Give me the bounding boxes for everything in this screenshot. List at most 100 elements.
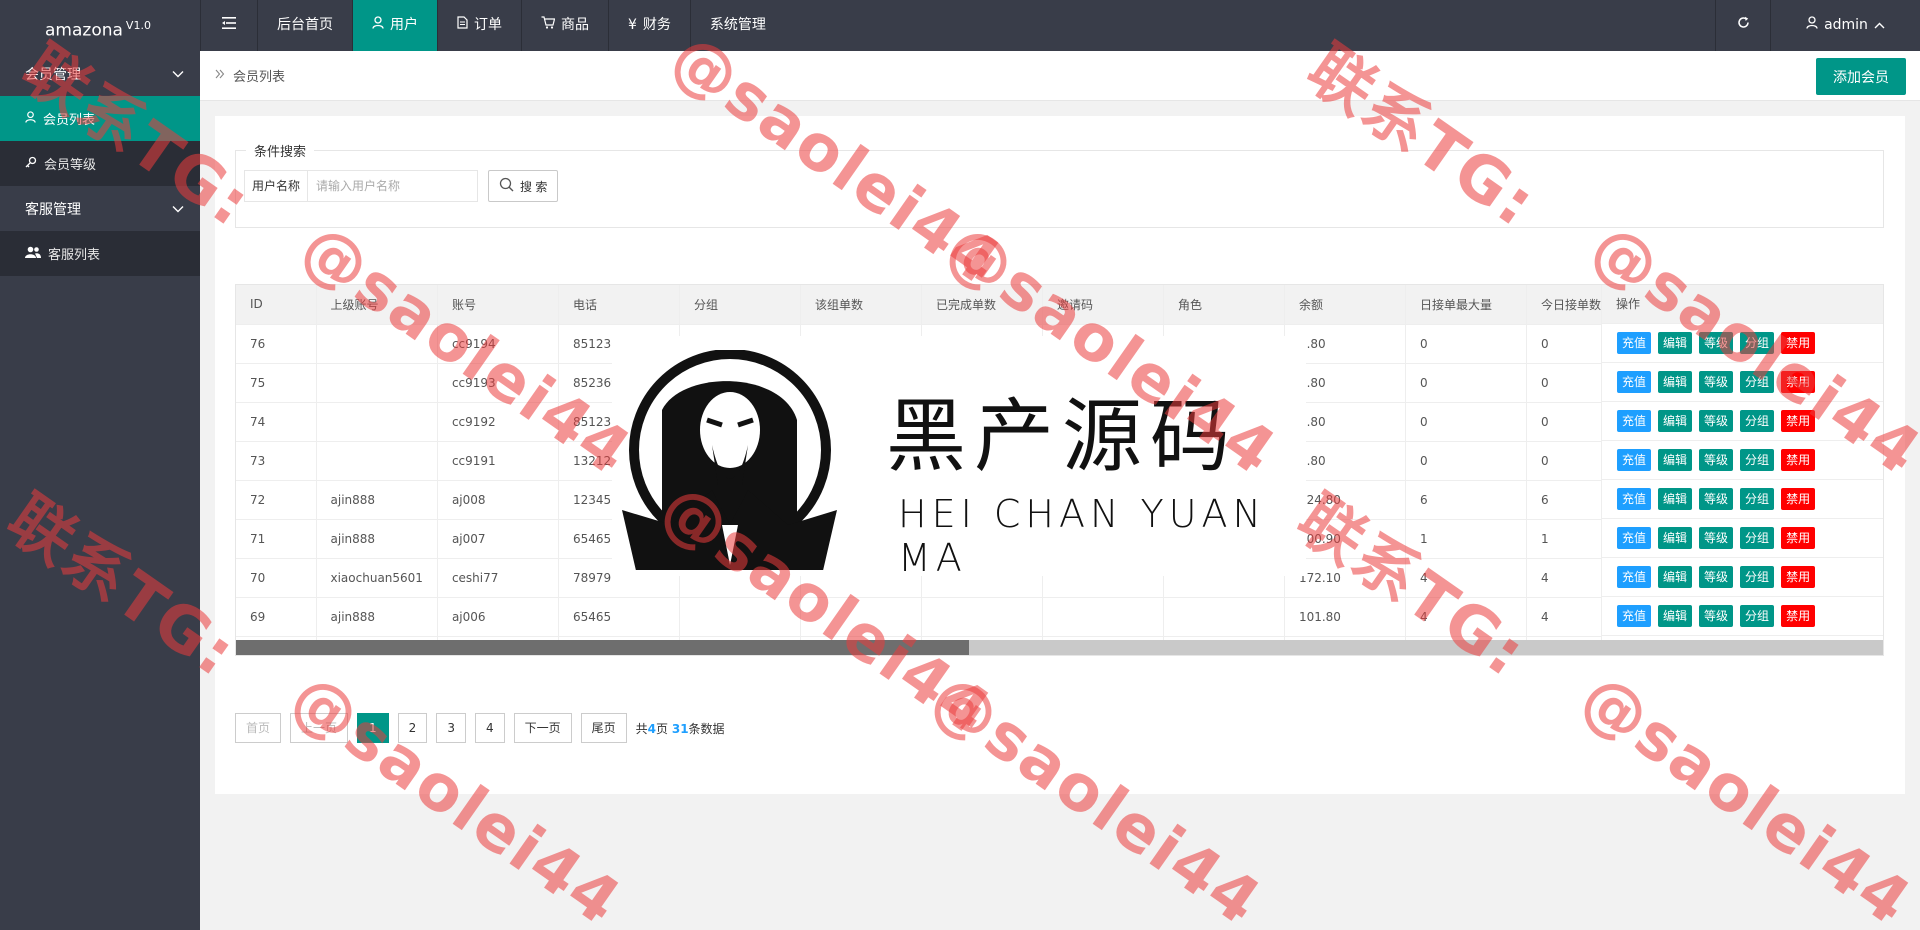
group-button[interactable]: 分组	[1740, 410, 1775, 432]
edit-button[interactable]: 编辑	[1658, 410, 1693, 432]
sidebar: 会员管理 会员列表 会员等级 客服管理 客服列表	[0, 51, 200, 930]
top-nav-right: admin	[1715, 0, 1920, 51]
level-button[interactable]: 等级	[1699, 527, 1734, 549]
pagination-info: 共4页 31条数据	[635, 721, 725, 736]
operations-row: 充值编辑等级分组禁用	[1602, 597, 1883, 636]
level-button[interactable]: 等级	[1699, 566, 1734, 588]
user-name: admin	[1824, 17, 1868, 33]
edit-button[interactable]: 编辑	[1658, 488, 1693, 510]
search-button[interactable]: 搜 索	[488, 170, 559, 202]
sidebar-toggle-button[interactable]	[200, 0, 257, 51]
prev-page-button[interactable]: 上一页	[290, 713, 349, 743]
disable-button[interactable]: 禁用	[1781, 527, 1816, 549]
operations-column: 操作 充值 编辑 等级 分组 禁用 充值 编辑 等级 分组 禁用 充值 编辑 等级 分组 禁用 充值 编辑 等级分…	[1601, 285, 1883, 655]
first-page-button[interactable]: 首页	[235, 713, 282, 743]
table-cell: 4	[1405, 597, 1527, 637]
recharge-button[interactable]: 充值	[1617, 332, 1652, 354]
nav-item-products[interactable]: 商品	[521, 0, 608, 51]
table-cell: cc9193	[437, 363, 559, 403]
recharge-button[interactable]: 充值	[1617, 488, 1652, 510]
disable-button[interactable]: 禁用	[1781, 566, 1816, 588]
level-button[interactable]: 等级	[1699, 371, 1734, 393]
disable-button[interactable]: 禁用	[1781, 605, 1816, 627]
username-search-input[interactable]	[307, 170, 479, 202]
sidebar-group-members[interactable]: 会员管理	[0, 51, 200, 96]
group-button[interactable]: 分组	[1740, 371, 1775, 393]
sidebar-item-member-list[interactable]: 会员列表	[0, 96, 200, 141]
table-cell: 1	[1405, 519, 1527, 559]
table-cell	[921, 597, 1043, 637]
nav-item-users[interactable]: 用户	[352, 0, 437, 51]
nav-item-finance[interactable]: ¥ 财务	[608, 0, 690, 51]
page-button-1[interactable]: 1	[357, 713, 389, 743]
table-cell: 6	[1405, 480, 1527, 520]
level-button[interactable]: 等级	[1699, 410, 1734, 432]
operations-row: 充值编辑等级分组禁用	[1602, 324, 1883, 363]
recharge-button[interactable]: 充值	[1617, 605, 1652, 627]
top-bar: amazona V1.0 后台首页 用户 订单 商品 ¥ 财务 系统管理 adm…	[0, 0, 1920, 51]
recharge-button[interactable]: 充值	[1617, 371, 1652, 393]
add-member-button[interactable]: 添加会员	[1816, 58, 1906, 95]
edit-button[interactable]: 编辑	[1658, 371, 1693, 393]
page-button-3[interactable]: 3	[436, 713, 466, 743]
level-button[interactable]: 等级	[1699, 488, 1734, 510]
page-button-4[interactable]: 4	[474, 713, 505, 743]
column-header: 已完成单数	[921, 285, 1043, 325]
disable-button[interactable]: 禁用	[1781, 449, 1816, 471]
group-button[interactable]: 分组	[1740, 527, 1775, 549]
banner-title-cn: 黑产源码	[886, 390, 1238, 483]
disable-button[interactable]: 禁用	[1781, 332, 1816, 354]
group-button[interactable]: 分组	[1740, 449, 1775, 471]
recharge-button[interactable]: 充值	[1617, 527, 1652, 549]
disable-button[interactable]: 禁用	[1781, 488, 1816, 510]
level-button[interactable]: 等级	[1699, 605, 1734, 627]
edit-button[interactable]: 编辑	[1658, 605, 1693, 627]
sidebar-item-service-list[interactable]: 客服列表	[0, 231, 200, 276]
scrollbar-thumb[interactable]	[236, 640, 969, 655]
disable-button[interactable]: 禁用	[1781, 410, 1816, 432]
disable-button[interactable]: 禁用	[1781, 371, 1816, 393]
refresh-button[interactable]	[1715, 0, 1770, 51]
next-page-button[interactable]: 下一页	[513, 713, 572, 743]
table-cell: 4	[1405, 558, 1527, 598]
group-button[interactable]: 分组	[1740, 332, 1775, 354]
edit-button[interactable]: 编辑	[1658, 527, 1693, 549]
sidebar-item-member-level[interactable]: 会员等级	[0, 141, 200, 186]
key-icon	[25, 156, 37, 172]
refresh-icon	[1737, 0, 1750, 51]
level-button[interactable]: 等级	[1699, 332, 1734, 354]
nav-item-orders[interactable]: 订单	[437, 0, 521, 51]
page-button-2[interactable]: 2	[397, 713, 428, 743]
group-button[interactable]: 分组	[1740, 605, 1775, 627]
level-button[interactable]: 等级	[1699, 449, 1734, 471]
horizontal-scrollbar[interactable]	[236, 640, 1883, 655]
search-fieldset: 条件搜索 用户名称 搜 索	[235, 141, 1884, 228]
column-header: 分组	[679, 285, 801, 325]
table-cell: cc9194	[437, 324, 559, 364]
operations-row: 充值编辑等级分组禁用	[1602, 363, 1883, 402]
top-nav: 后台首页 用户 订单 商品 ¥ 财务 系统管理	[200, 0, 785, 51]
recharge-button[interactable]: 充值	[1617, 410, 1652, 432]
nav-item-system[interactable]: 系统管理	[689, 0, 785, 51]
table-cell: 0	[1405, 324, 1527, 364]
group-button[interactable]: 分组	[1740, 488, 1775, 510]
nav-item-home[interactable]: 后台首页	[257, 0, 352, 51]
user-menu[interactable]: admin	[1770, 0, 1920, 51]
document-icon	[457, 0, 468, 51]
recharge-button[interactable]: 充值	[1617, 566, 1652, 588]
edit-button[interactable]: 编辑	[1658, 566, 1693, 588]
group-button[interactable]: 分组	[1740, 566, 1775, 588]
sidebar-group-service[interactable]: 客服管理	[0, 186, 200, 231]
table-cell: 75	[236, 363, 317, 403]
edit-button[interactable]: 编辑	[1658, 332, 1693, 354]
table-cell: 101.80	[1284, 597, 1406, 637]
last-page-button[interactable]: 尾页	[580, 713, 627, 743]
column-header: 上级账号	[316, 285, 438, 325]
cart-icon	[541, 0, 556, 51]
recharge-button[interactable]: 充值	[1617, 449, 1652, 471]
menu-toggle-icon	[222, 0, 236, 51]
table-cell	[1042, 597, 1164, 637]
edit-button[interactable]: 编辑	[1658, 449, 1693, 471]
column-header: 角色	[1163, 285, 1285, 325]
pagination: 首页 上一页 1 2 3 4 下一页 尾页 共4页 31条数据	[235, 713, 725, 743]
